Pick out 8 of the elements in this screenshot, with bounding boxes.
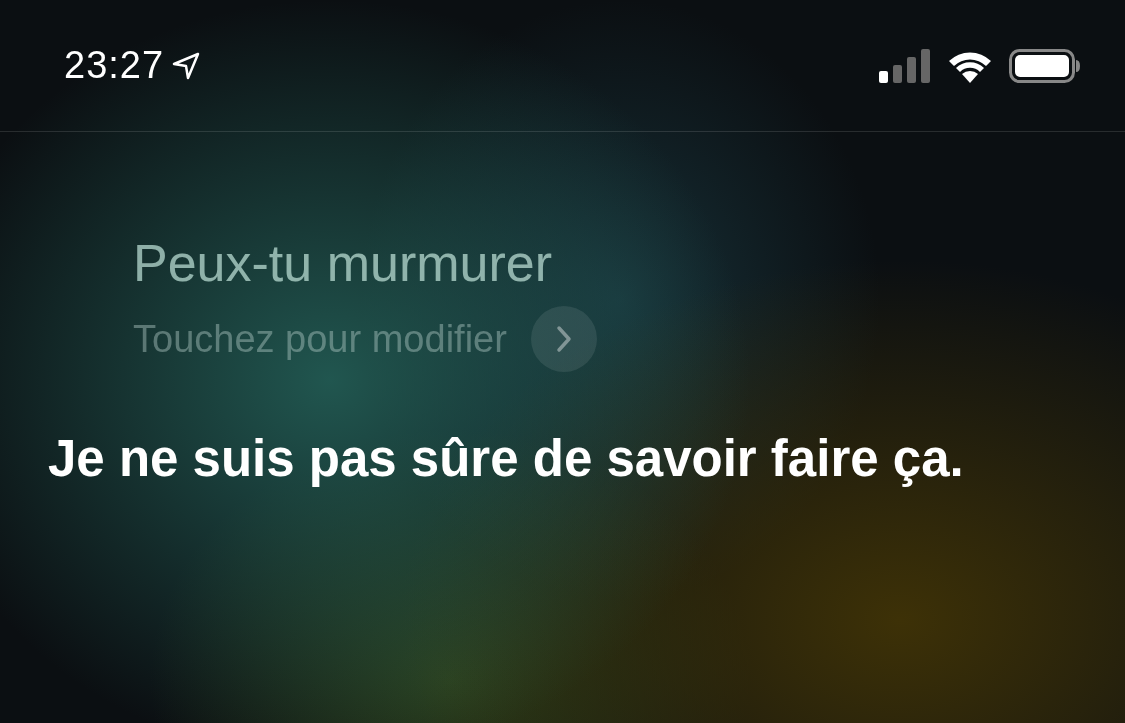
query-text: Peux-tu murmurer xyxy=(133,233,553,294)
status-time: 23:27 xyxy=(64,43,165,88)
location-arrow-icon xyxy=(172,51,201,80)
battery-icon xyxy=(1009,48,1081,83)
response-text: Je ne suis pas sûre de savoir faire ça. xyxy=(48,429,965,490)
edit-hint: Touchez pour modifier xyxy=(133,316,507,362)
chevron-right-icon xyxy=(555,325,572,354)
signal-icon xyxy=(879,48,931,83)
